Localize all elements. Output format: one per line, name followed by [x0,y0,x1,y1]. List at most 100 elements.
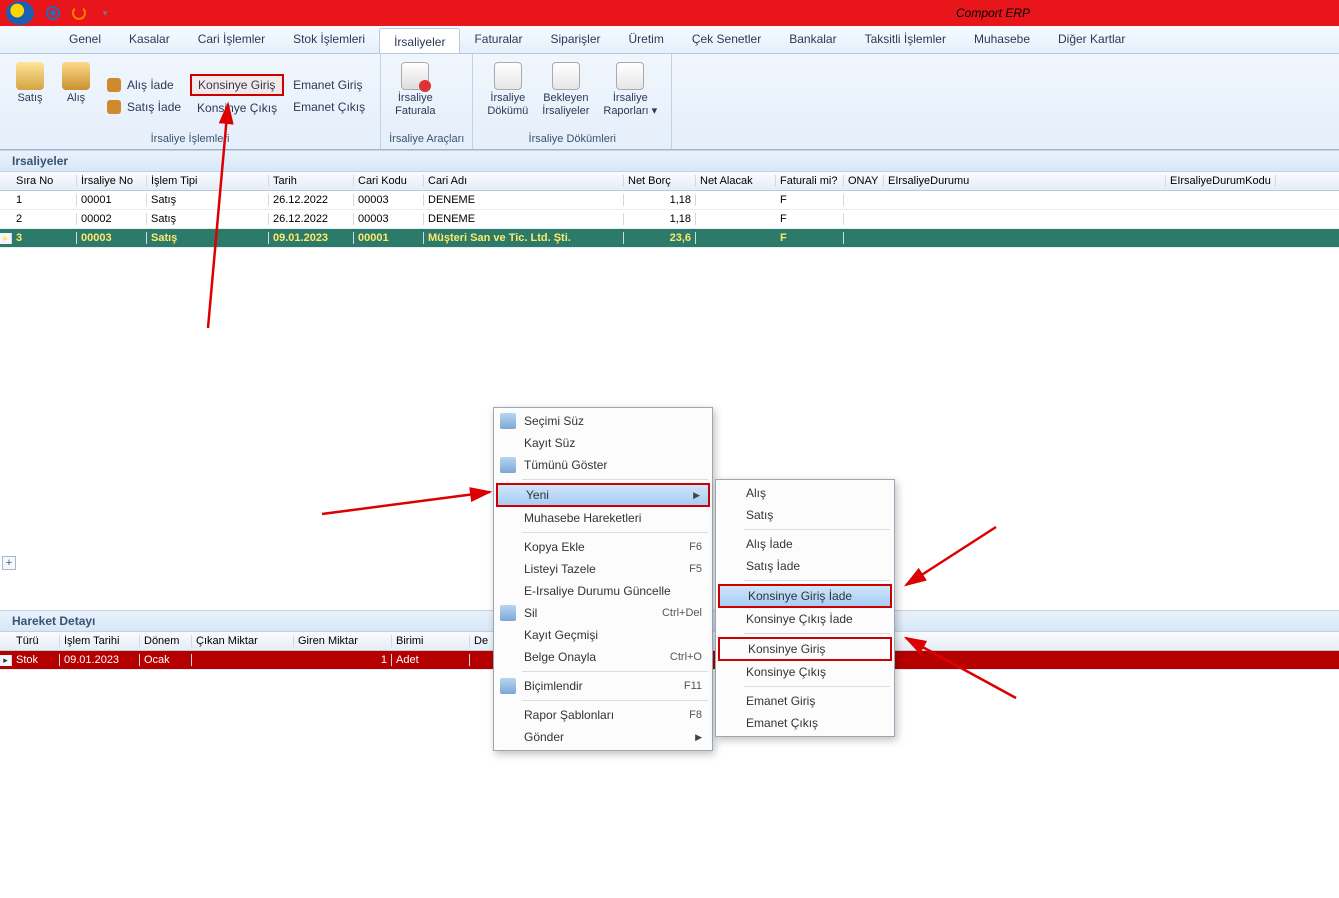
titlebar: ▾ Comport ERP [0,0,1339,26]
menu-item[interactable]: E-Irsaliye Durumu Güncelle [496,580,710,602]
label: İrsaliye Faturala [395,92,435,118]
menu-item[interactable]: Konsinye Giriş [718,637,892,661]
col-header[interactable]: Çıkan Miktar [192,635,294,647]
context-menu[interactable]: Seçimi SüzKayıt SüzTümünü Göster Yeni▶Muh… [493,407,713,751]
emanet-cikis-button[interactable]: Emanet Çıkış [286,97,372,117]
menu-item-çek-senetler[interactable]: Çek Senetler [678,26,775,53]
menu-label: Konsinye Giriş [748,642,825,656]
menu-item[interactable]: Kopya EkleF6 [496,536,710,558]
menu-item[interactable]: Belge OnaylaCtrl+O [496,646,710,668]
menu-item[interactable]: Listeyi TazeleF5 [496,558,710,580]
menu-label: Emanet Giriş [746,694,815,708]
return-icon [107,78,121,92]
add-row-button[interactable]: + [2,556,16,570]
label: Konsinye Giriş [198,78,275,92]
menu-item-diğer-kartlar[interactable]: Diğer Kartlar [1044,26,1139,53]
menu-item[interactable]: Kayıt Süz [496,432,710,454]
refresh-icon[interactable] [46,6,60,20]
separator [522,700,708,701]
col-header[interactable]: Tarih [269,175,354,187]
dokumu-button[interactable]: İrsaliye Dökümü [481,58,534,133]
col-header[interactable]: Türü [12,635,60,647]
col-header[interactable]: Sıra No [12,175,77,187]
menu-item-faturalar[interactable]: Faturalar [460,26,536,53]
cell: Müşteri San ve Tic. Ltd. Şti. [424,232,624,244]
menu-label: Konsinye Çıkış [746,665,826,679]
table-row[interactable]: 200002Satış26.12.202200003DENEME1,18F [0,210,1339,229]
menu-item[interactable]: BiçimlendirF11 [496,675,710,697]
menu-item[interactable]: Gönder▶ [496,726,710,748]
alis-iade-button[interactable]: Alış İade [100,75,188,95]
menu-item[interactable]: Emanet Çıkış [718,712,892,734]
menu-label: Yeni [526,488,549,502]
menu-label: Satış İade [746,559,800,573]
menu-item-taksitli-i̇şlemler[interactable]: Taksitli İşlemler [851,26,960,53]
col-header[interactable]: Cari Adı [424,175,624,187]
konsinye-giris-button[interactable]: Konsinye Giriş [190,74,284,96]
cell: Ocak [140,654,192,666]
menu-item[interactable]: Emanet Giriş [718,690,892,712]
col-header[interactable]: İrsaliye No [77,175,147,187]
dropdown-icon[interactable]: ▾ [98,6,112,20]
table-row[interactable]: ▸300003Satış09.01.202300001Müşteri San v… [0,229,1339,248]
col-header[interactable]: Giren Miktar [294,635,392,647]
menu-label: Emanet Çıkış [746,716,818,730]
menu-item-siparişler[interactable]: Siparişler [536,26,614,53]
menu-item[interactable]: Rapor ŞablonlarıF8 [496,704,710,726]
alis-button[interactable]: Alış [54,58,98,133]
menu-item-üretim[interactable]: Üretim [615,26,678,53]
separator [522,532,708,533]
emanet-giris-button[interactable]: Emanet Giriş [286,75,372,95]
col-header[interactable]: Dönem [140,635,192,647]
menu-item[interactable]: Konsinye Çıkış İade [718,608,892,630]
label: İrsaliye Dökümü [487,92,528,118]
menu-item[interactable]: Muhasebe Hareketleri [496,507,710,529]
menu-item-cari-i̇şlemler[interactable]: Cari İşlemler [184,26,279,53]
menu-item-muhasebe[interactable]: Muhasebe [960,26,1044,53]
menu-item-kasalar[interactable]: Kasalar [115,26,184,53]
satis-iade-button[interactable]: Satış İade [100,97,188,117]
cell: Satış [147,213,269,225]
label: Emanet Giriş [293,78,362,92]
menu-item-i̇rsaliyeler[interactable]: İrsaliyeler [379,28,460,53]
label: Konsinye Çıkış [197,101,277,115]
col-header[interactable]: Faturali mi? [776,175,844,187]
col-header[interactable]: İşlem Tarihi [60,635,140,647]
bekleyen-button[interactable]: Bekleyen İrsaliyeler [536,58,595,133]
menu-item[interactable]: Alış İade [718,533,892,555]
doc-icon [552,62,580,90]
satis-button[interactable]: Satış [8,58,52,133]
invoice-icon [401,62,429,90]
menu-item-bankalar[interactable]: Bankalar [775,26,850,53]
konsinye-cikis-button[interactable]: Konsinye Çıkış [190,98,284,118]
menu-item-stok-i̇şlemleri[interactable]: Stok İşlemleri [279,26,379,53]
context-submenu-yeni[interactable]: Alış Satış Alış İade Satış İade Konsinye Gir… [715,479,895,737]
doc-icon [616,62,644,90]
table-row[interactable]: 100001Satış26.12.202200003DENEME1,18F [0,191,1339,210]
cell: 1 [294,654,392,666]
col-header[interactable]: Birimi [392,635,470,647]
menu-item[interactable]: SilCtrl+Del [496,602,710,624]
col-header[interactable]: İşlem Tipi [147,175,269,187]
menu-item[interactable]: Konsinye Çıkış [718,661,892,683]
col-header[interactable]: Net Borç [624,175,696,187]
menu-item[interactable]: Konsinye Giriş İade [718,584,892,608]
col-header[interactable]: EIrsaliyeDurumKodu [1166,175,1276,187]
col-header[interactable]: Net Alacak [696,175,776,187]
raporlari-button[interactable]: İrsaliye Raporları ▾ [597,58,663,133]
col-header[interactable]: Cari Kodu [354,175,424,187]
faturala-button[interactable]: İrsaliye Faturala [389,58,441,133]
menu-item-genel[interactable]: Genel [55,26,115,53]
loading-icon[interactable] [72,6,86,20]
menu-item[interactable]: Yeni▶ [496,483,710,507]
col-header[interactable]: EIrsaliyeDurumu [884,175,1166,187]
col-header[interactable]: ONAY [844,175,884,187]
menu-item[interactable]: Satış [718,504,892,526]
separator [522,671,708,672]
menu-item[interactable]: Kayıt Geçmişi [496,624,710,646]
menu-item[interactable]: Tümünü Göster [496,454,710,476]
menu-item[interactable]: Alış [718,482,892,504]
menu-item[interactable]: Seçimi Süz [496,410,710,432]
menu-item[interactable]: Satış İade [718,555,892,577]
menu-label: Satış [746,508,773,522]
